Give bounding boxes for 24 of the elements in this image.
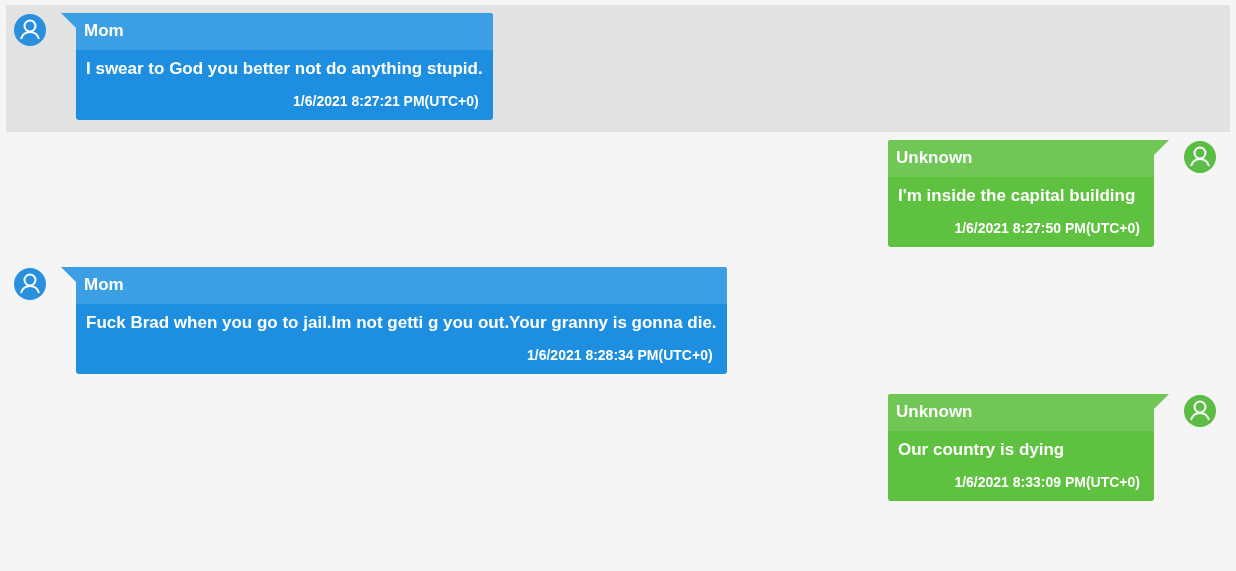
message-row[interactable]: Unknown I'm inside the capital building 1/6/2021 8:27:50 PM(UTC+0)	[6, 132, 1230, 259]
bubble-tail	[1154, 140, 1169, 155]
bubble-tail	[61, 267, 76, 282]
avatar-icon	[1184, 141, 1216, 173]
bubble-tail	[1154, 394, 1169, 409]
sender-name: Mom	[76, 267, 727, 304]
message-text: I'm inside the capital building	[897, 185, 1137, 207]
message-timestamp: 1/6/2021 8:27:50 PM(UTC+0)	[953, 219, 1141, 238]
bubble-tail	[61, 13, 76, 28]
sender-name: Unknown	[888, 394, 1154, 431]
message-row[interactable]: Mom Fuck Brad when you go to jail.Im not getti g you out.Your granny is gonna die. 1/6/2021 8:28:34 PM(UTC+0)	[6, 259, 1230, 386]
message-timestamp: 1/6/2021 8:33:09 PM(UTC+0)	[953, 473, 1141, 492]
sender-name: Mom	[76, 13, 493, 50]
avatar-icon	[14, 268, 46, 300]
avatar-icon	[14, 14, 46, 46]
message-timestamp: 1/6/2021 8:28:34 PM(UTC+0)	[526, 346, 714, 365]
message-text: Our country is dying	[897, 439, 1066, 461]
avatar-icon	[1184, 395, 1216, 427]
message-text: Fuck Brad when you go to jail.Im not getti g you out.Your granny is gonna die.	[85, 312, 718, 334]
sender-name: Unknown	[888, 140, 1154, 177]
message-text: I swear to God you better not do anything stupid.	[85, 58, 484, 80]
message-row[interactable]: Unknown Our country is dying 1/6/2021 8:33:09 PM(UTC+0)	[6, 386, 1230, 513]
message-row[interactable]: Mom I swear to God you better not do anything stupid. 1/6/2021 8:27:21 PM(UTC+0)	[6, 5, 1230, 132]
message-timestamp: 1/6/2021 8:27:21 PM(UTC+0)	[292, 92, 480, 111]
